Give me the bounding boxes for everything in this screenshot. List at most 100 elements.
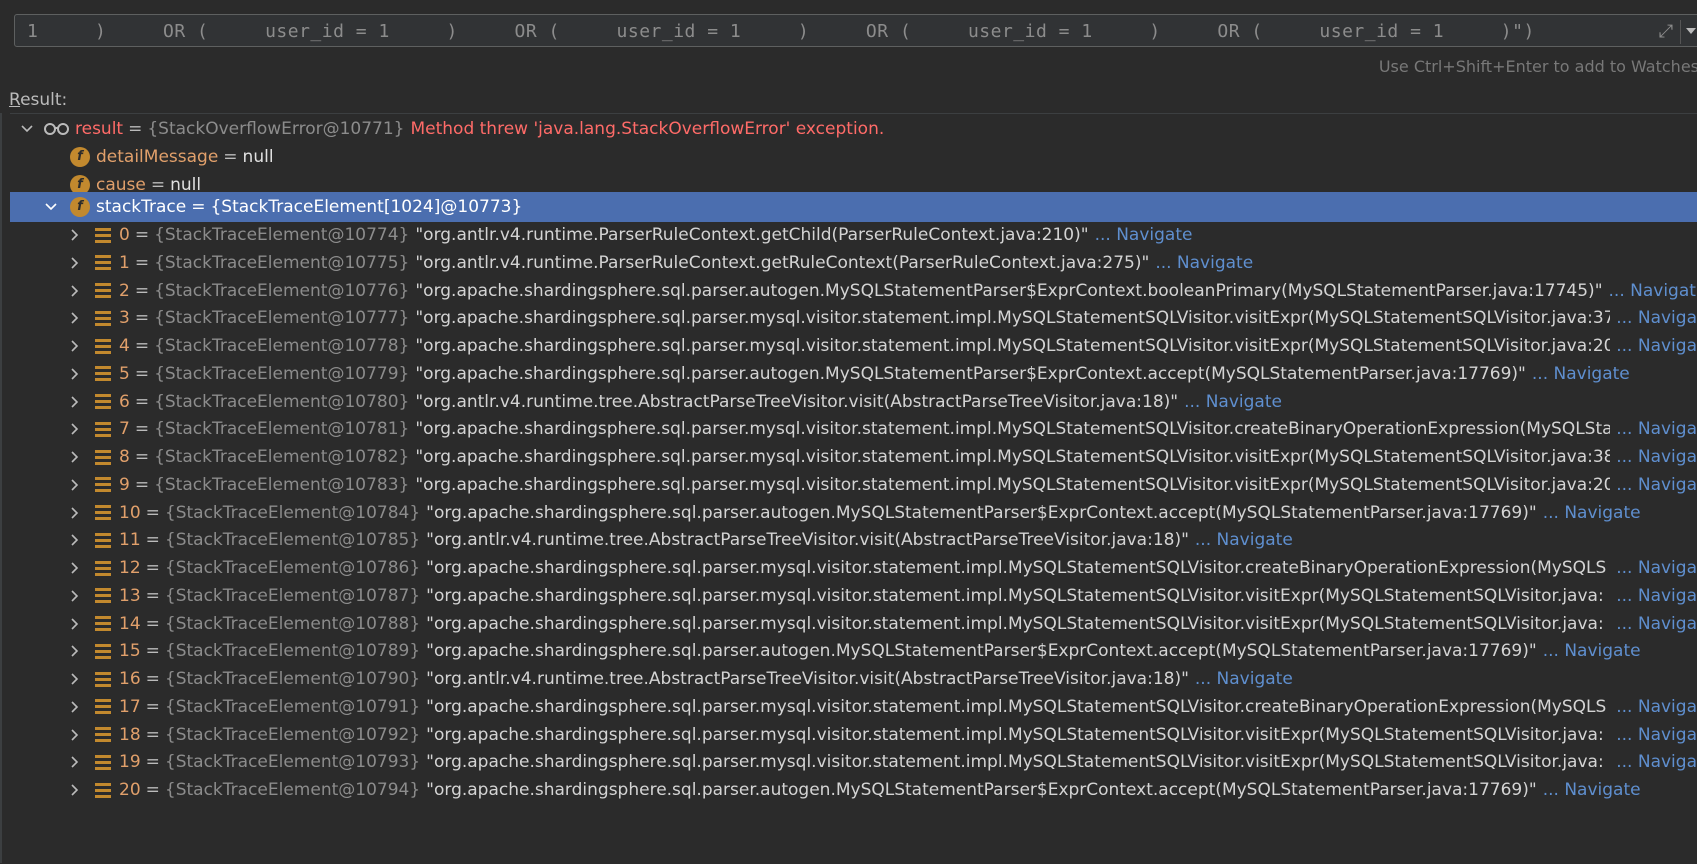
chevron-right-icon[interactable] xyxy=(68,414,82,444)
stack-frame-row[interactable]: 1 = {StackTraceElement@10775} "org.antlr.v4… xyxy=(10,248,1697,278)
equals-sign: = xyxy=(134,447,150,467)
frame-index: 2 xyxy=(119,280,130,301)
navigate-link[interactable]: ... Navigate xyxy=(1195,525,1293,555)
object-reference: {StackTraceElement@10779} xyxy=(154,363,410,384)
stack-frame-row[interactable]: 8 = {StackTraceElement@10782} "org.apache.s… xyxy=(10,442,1697,472)
chevron-right-icon[interactable] xyxy=(68,276,82,306)
stack-frame-row[interactable]: 4 = {StackTraceElement@10778} "org.apache.s… xyxy=(10,331,1697,361)
stack-frame-row[interactable]: 14 = {StackTraceElement@10788} "org.apache.… xyxy=(10,608,1697,639)
chevron-right-icon[interactable] xyxy=(68,220,82,250)
frame-index: 7 xyxy=(119,419,130,440)
stack-frame-row[interactable]: 13 = {StackTraceElement@10787} "org.apache.… xyxy=(10,580,1697,611)
stack-frame-row[interactable]: 11 = {StackTraceElement@10785} "org.antlr.v… xyxy=(10,525,1697,555)
stack-frame-row[interactable]: 10 = {StackTraceElement@10784} "org.apache.… xyxy=(10,498,1697,528)
stack-frame-row[interactable]: 12 = {StackTraceElement@10786} "org.apache.… xyxy=(10,553,1697,583)
expression-input[interactable]: 1 ) OR ( user_id = 1 ) OR ( user_id = 1 … xyxy=(14,14,1697,47)
navigate-link[interactable]: ... Naviga xyxy=(1610,469,1697,500)
chevron-right-icon[interactable] xyxy=(68,609,82,639)
expand-icon[interactable]: ⤢ xyxy=(1655,21,1677,43)
navigate-link[interactable]: ... Naviga xyxy=(1610,580,1697,611)
chevron-down-icon[interactable] xyxy=(44,192,58,222)
navigate-link[interactable]: ... Navigate xyxy=(1543,636,1641,666)
chevron-right-icon[interactable] xyxy=(68,720,82,750)
array-element-icon xyxy=(95,449,111,465)
stack-frame-row[interactable]: 17 = {StackTraceElement@10791} "org.apache.… xyxy=(10,691,1697,722)
object-reference: {StackTraceElement@10781} xyxy=(154,419,410,440)
navigate-link[interactable]: ... Navigate xyxy=(1543,775,1641,805)
chevron-right-icon[interactable] xyxy=(68,636,82,666)
frame-index: 19 xyxy=(119,752,141,773)
chevron-right-icon[interactable] xyxy=(68,331,82,361)
history-dropdown-button[interactable] xyxy=(1680,20,1697,44)
object-reference: {StackTraceElement@10786} xyxy=(164,558,421,578)
chevron-right-icon[interactable] xyxy=(68,525,82,555)
chevron-right-icon[interactable] xyxy=(68,692,82,722)
add-to-watches-hint: Use Ctrl+Shift+Enter to add to Watches xyxy=(1378,57,1697,76)
array-element-icon xyxy=(95,671,111,687)
stack-frame-row[interactable]: 16 = {StackTraceElement@10790} "org.antlr.v… xyxy=(10,664,1697,694)
navigate-link[interactable]: ... Navigate xyxy=(1543,498,1641,528)
navigate-link[interactable]: ... Naviga xyxy=(1610,691,1697,722)
navigate-link[interactable]: ... Navigate xyxy=(1195,664,1293,694)
navigate-link[interactable]: ... Navigate xyxy=(1184,387,1282,417)
field-icon: f xyxy=(70,147,90,167)
chevron-right-icon[interactable] xyxy=(68,442,82,472)
equals-sign: = xyxy=(145,613,160,634)
chevron-right-icon[interactable] xyxy=(68,498,82,528)
stack-frame-row[interactable]: 7 = {StackTraceElement@10781} "org.apache.s… xyxy=(10,414,1697,445)
frame-index: 12 xyxy=(119,558,141,578)
navigate-link[interactable]: ... Naviga xyxy=(1610,553,1697,583)
array-element-icon xyxy=(95,588,111,604)
navigate-link[interactable]: ... Navigate xyxy=(1095,220,1193,250)
equals-sign: = xyxy=(134,336,150,356)
stack-frame-row[interactable]: 19 = {StackTraceElement@10793} "org.apache.… xyxy=(10,747,1697,778)
navigate-link[interactable]: ... Navigate xyxy=(1155,248,1253,278)
navigate-link[interactable]: ... Naviga xyxy=(1610,608,1697,639)
equals-sign: = xyxy=(223,147,238,167)
stack-frame-row[interactable]: 0 = {StackTraceElement@10774} "org.antlr.v4… xyxy=(10,220,1697,250)
frame-string-value: "org.apache.shardingsphere.sql.parser.my… xyxy=(426,752,1604,773)
navigate-link[interactable]: ... Navigat xyxy=(1609,276,1696,306)
stack-frame-row[interactable]: 20 = {StackTraceElement@10794} "org.apache.… xyxy=(10,775,1697,805)
chevron-down-icon[interactable] xyxy=(20,114,34,144)
array-element-icon xyxy=(95,338,111,354)
chevron-right-icon[interactable] xyxy=(68,359,82,389)
chevron-right-icon[interactable] xyxy=(68,581,82,611)
navigate-link[interactable]: ... Naviga xyxy=(1610,331,1697,361)
navigate-link[interactable]: ... Naviga xyxy=(1610,719,1697,750)
navigate-link[interactable]: ... Naviga xyxy=(1610,303,1697,334)
navigate-link[interactable]: ... Navigate xyxy=(1532,359,1630,389)
result-tree[interactable]: result = {StackOverflowError@10771} Meth… xyxy=(10,113,1697,864)
stack-frame-row[interactable]: 15 = {StackTraceElement@10789} "org.apache.… xyxy=(10,636,1697,666)
object-reference: {StackTraceElement@10780} xyxy=(154,391,410,412)
chevron-right-icon[interactable] xyxy=(68,775,82,805)
field-icon: f xyxy=(70,197,90,217)
navigate-link[interactable]: ... Naviga xyxy=(1610,747,1697,778)
stack-frame-row[interactable]: 5 = {StackTraceElement@10779} "org.apache.s… xyxy=(10,359,1697,389)
tree-row-stack-trace[interactable]: f stackTrace = {StackTraceElement[1024]@… xyxy=(10,192,1697,222)
navigate-link[interactable]: ... Naviga xyxy=(1610,442,1697,472)
stack-frame-row[interactable]: 9 = {StackTraceElement@10783} "org.apache.s… xyxy=(10,469,1697,500)
stack-frame-row[interactable]: 3 = {StackTraceElement@10777} "org.apache.s… xyxy=(10,303,1697,334)
chevron-right-icon[interactable] xyxy=(68,470,82,500)
frame-string-value: "org.apache.shardingsphere.sql.parser.my… xyxy=(426,558,1607,578)
stack-frame-row[interactable]: 6 = {StackTraceElement@10780} "org.antlr.v4… xyxy=(10,387,1697,417)
object-reference: {StackTraceElement@10782} xyxy=(154,447,410,467)
array-element-icon xyxy=(95,616,111,631)
chevron-right-icon[interactable] xyxy=(68,664,82,694)
chevron-right-icon[interactable] xyxy=(68,387,82,417)
expression-text[interactable]: 1 ) OR ( user_id = 1 ) OR ( user_id = 1 … xyxy=(27,21,1535,42)
equals-sign: = xyxy=(145,530,160,551)
chevron-right-icon[interactable] xyxy=(68,303,82,333)
array-element-icon xyxy=(95,310,111,326)
chevron-right-icon[interactable] xyxy=(68,553,82,583)
tree-row-result[interactable]: result = {StackOverflowError@10771} Meth… xyxy=(10,114,1697,144)
navigate-link[interactable]: ... Naviga xyxy=(1610,414,1697,445)
chevron-right-icon[interactable] xyxy=(68,747,82,777)
tree-row-detail-message[interactable]: f detailMessage = null xyxy=(10,142,1697,172)
stack-frame-row[interactable]: 2 = {StackTraceElement@10776} "org.apache.s… xyxy=(10,276,1697,306)
chevron-right-icon[interactable] xyxy=(68,248,82,278)
frame-index: 3 xyxy=(119,308,130,329)
frame-index: 6 xyxy=(119,391,130,412)
stack-frame-row[interactable]: 18 = {StackTraceElement@10792} "org.apache.… xyxy=(10,719,1697,750)
